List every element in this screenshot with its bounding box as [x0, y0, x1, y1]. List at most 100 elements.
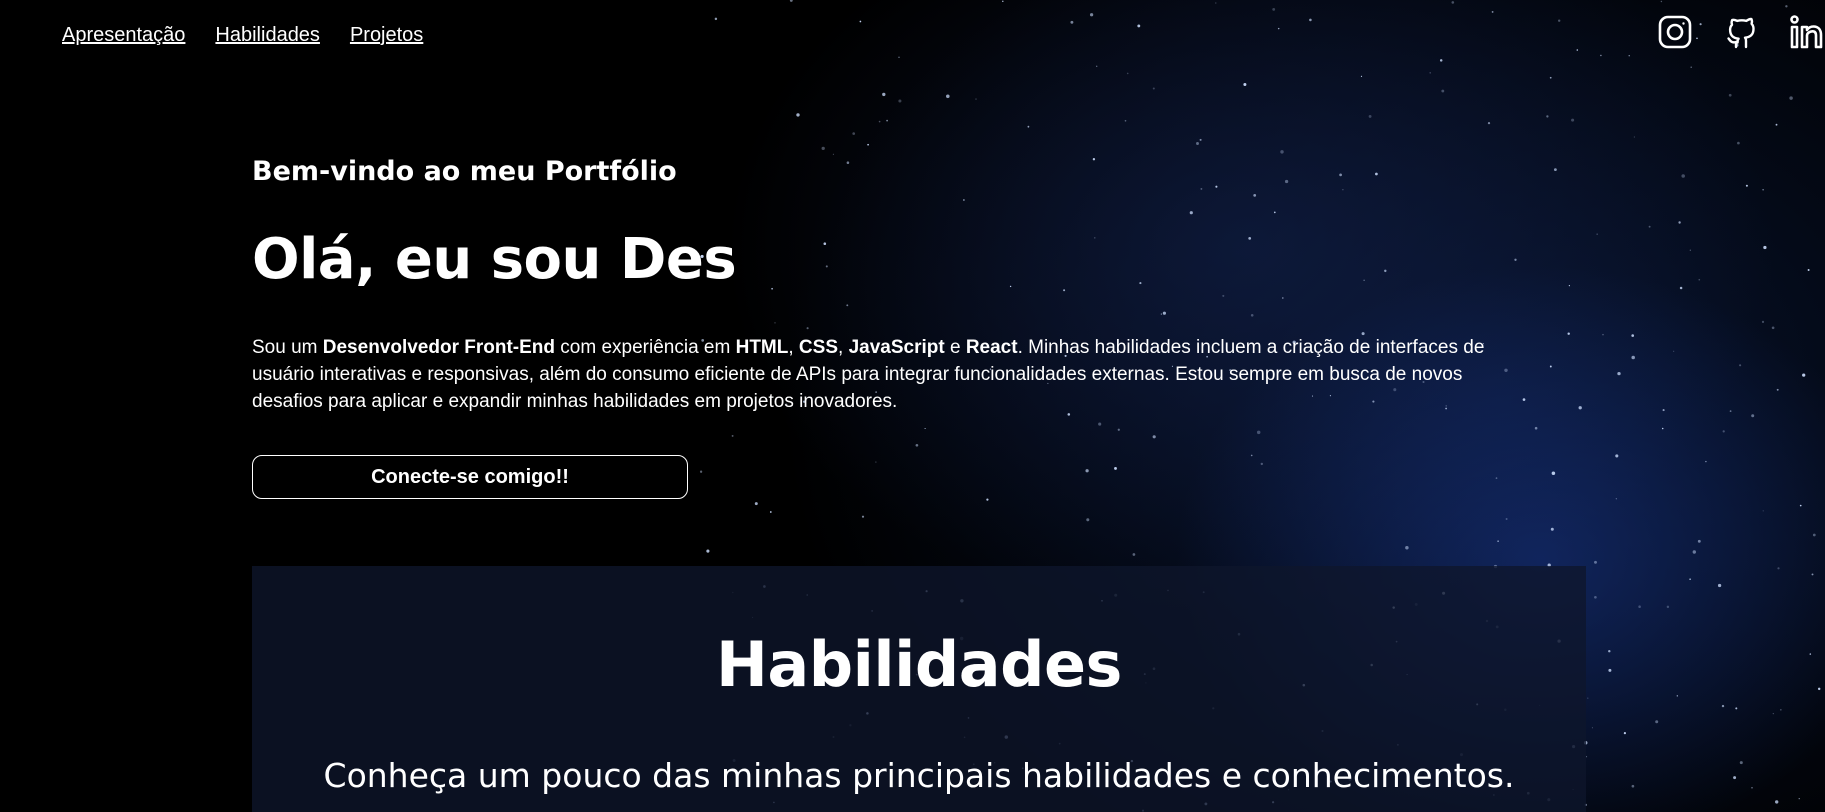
star [1681, 174, 1685, 178]
star [1550, 527, 1554, 531]
star [1089, 13, 1094, 17]
star [1762, 189, 1764, 191]
star [1661, 427, 1664, 430]
star [1608, 650, 1611, 653]
nav-link-habilidades[interactable]: Habilidades [215, 24, 320, 47]
star [1522, 398, 1526, 401]
star [1648, 225, 1651, 228]
top-nav: Apresentação Habilidades Projetos [62, 24, 423, 47]
star [1739, 761, 1743, 765]
instagram-icon[interactable] [1657, 14, 1693, 50]
star [1551, 471, 1556, 475]
star [1761, 320, 1765, 323]
star [1027, 125, 1030, 128]
skills-subtitle: Conheça um pouco das minhas principais h… [323, 756, 1515, 795]
star [1660, 0, 1663, 3]
star [1662, 409, 1665, 412]
hero-title: Olá, eu sou Des [252, 227, 737, 292]
skills-title: Habilidades [716, 628, 1122, 701]
star [1638, 605, 1641, 608]
star [1309, 18, 1312, 22]
star [1802, 373, 1806, 377]
star [1568, 285, 1570, 287]
skills-section: Habilidades Conheça um pouco das minhas … [252, 566, 1586, 812]
star [1721, 704, 1725, 708]
star [769, 511, 772, 513]
star [1497, 540, 1499, 542]
star [1772, 713, 1774, 715]
star [1735, 707, 1738, 710]
star [1137, 24, 1141, 28]
star [1558, 19, 1561, 22]
star [1785, 5, 1788, 8]
star [1631, 334, 1635, 337]
star [1571, 118, 1575, 122]
linkedin-icon[interactable] [1789, 14, 1825, 50]
star [1126, 72, 1129, 75]
portfolio-page: Apresentação Habilidades Projetos Bem-vi… [0, 0, 1825, 812]
star [1807, 269, 1810, 271]
star [1751, 786, 1753, 789]
nav-link-projetos[interactable]: Projetos [350, 24, 423, 47]
star [1631, 355, 1635, 360]
star [1132, 553, 1136, 556]
star [1368, 114, 1372, 118]
star [1692, 550, 1696, 554]
star [1587, 697, 1589, 699]
star [1553, 168, 1557, 172]
star [754, 502, 758, 506]
star [1405, 545, 1409, 550]
star [1717, 583, 1722, 588]
star [1602, 333, 1604, 336]
star [1689, 578, 1691, 581]
star [1600, 54, 1602, 57]
star [1096, 65, 1098, 67]
star [1086, 518, 1090, 522]
github-icon[interactable] [1723, 14, 1759, 50]
star [1698, 278, 1701, 281]
social-links [1657, 14, 1825, 50]
star [1751, 414, 1755, 418]
star [1673, 350, 1675, 352]
intro-paragraph: Sou um Desenvolvedor Front-End com exper… [252, 337, 1485, 412]
star [1745, 184, 1748, 187]
star [1817, 687, 1821, 691]
star [1534, 426, 1538, 430]
star [1737, 141, 1740, 145]
star [1576, 49, 1579, 51]
star [1666, 605, 1670, 609]
star [1549, 365, 1552, 368]
star [1596, 233, 1598, 235]
star [789, 0, 793, 2]
star [1505, 518, 1508, 520]
star [706, 549, 710, 553]
star [1441, 89, 1445, 93]
star [1690, 66, 1692, 69]
connect-button[interactable]: Conecte-se comigo!! [252, 455, 688, 499]
star [882, 92, 886, 97]
star [1504, 368, 1508, 373]
star [1775, 800, 1779, 804]
star [1549, 76, 1552, 79]
star [821, 146, 825, 151]
star [946, 94, 950, 99]
star [1739, 364, 1742, 367]
star [1277, 27, 1280, 30]
star [1360, 75, 1363, 77]
star [1697, 539, 1701, 543]
star [1152, 87, 1155, 90]
star [1812, 533, 1816, 537]
star [1811, 573, 1814, 576]
star [1762, 510, 1764, 512]
star [1567, 332, 1570, 335]
star [1280, 150, 1284, 154]
star [1775, 123, 1778, 126]
star [867, 143, 869, 146]
star [832, 153, 834, 155]
star [1514, 258, 1517, 261]
nav-link-apresentacao[interactable]: Apresentação [62, 24, 185, 47]
star [1199, 138, 1202, 141]
star [1722, 430, 1725, 433]
star [1272, 7, 1276, 11]
star [898, 99, 902, 103]
